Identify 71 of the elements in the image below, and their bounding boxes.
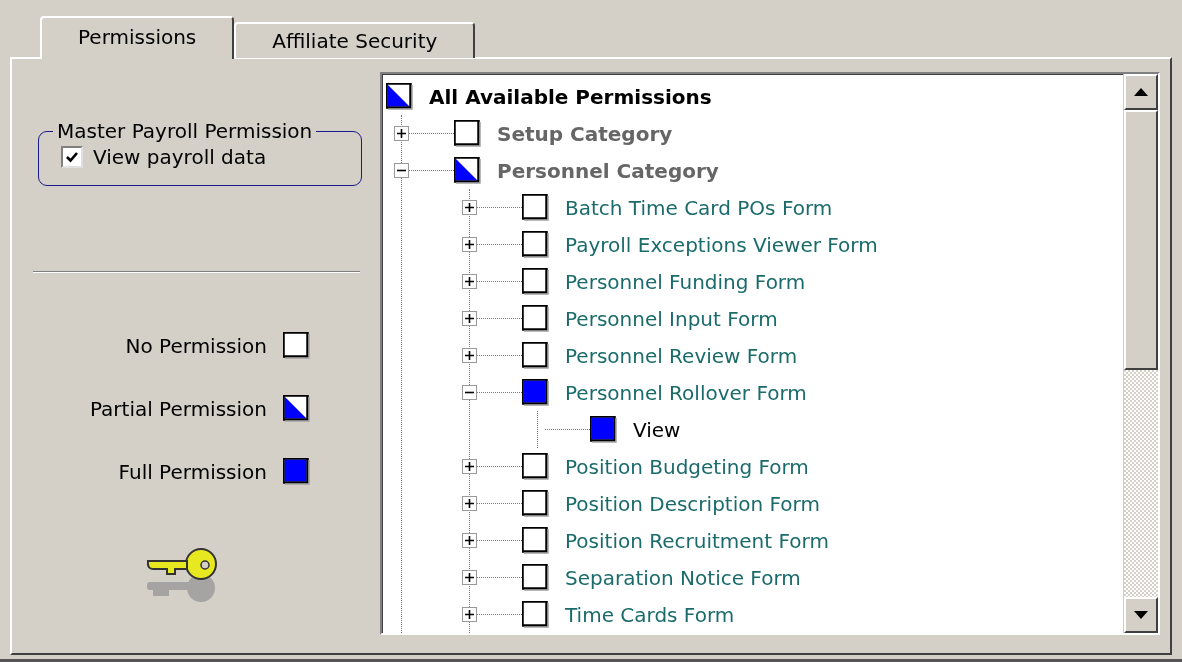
expand-button[interactable]	[462, 607, 477, 622]
tree-item-label[interactable]: Setup Category	[497, 121, 673, 146]
tree-item-label[interactable]: Separation Notice Form	[565, 565, 801, 590]
scroll-up-button[interactable]	[1124, 74, 1158, 110]
scroll-down-button[interactable]	[1124, 597, 1158, 633]
plus-icon	[465, 314, 474, 323]
legend-label: No Permission	[125, 333, 267, 358]
tree-item-label[interactable]: Personnel Input Form	[565, 306, 778, 331]
tree-item-label[interactable]: Personnel Funding Form	[565, 269, 806, 294]
expand-button[interactable]	[462, 533, 477, 548]
plus-icon	[465, 573, 474, 582]
tab[interactable]: Permissions	[40, 16, 235, 59]
legend-label: Partial Permission	[89, 396, 267, 421]
plus-icon	[465, 536, 474, 545]
expand-button[interactable]	[462, 496, 477, 511]
plus-icon	[465, 610, 474, 619]
expand-button[interactable]	[462, 459, 477, 474]
permission-checkbox[interactable]	[283, 458, 310, 485]
permission-checkbox[interactable]	[454, 120, 481, 147]
legend-label: Full Permission	[118, 459, 267, 484]
tree-item-label[interactable]: Position Budgeting Form	[565, 454, 809, 479]
permission-checkbox[interactable]	[522, 601, 549, 628]
tree-item-label[interactable]: Personnel Category	[497, 158, 719, 183]
permission-checkbox[interactable]	[522, 564, 549, 591]
collapse-button[interactable]	[462, 385, 477, 400]
expand-button[interactable]	[394, 126, 409, 141]
permission-checkbox[interactable]	[590, 416, 617, 443]
tree-item-label[interactable]: Time Cards Form	[565, 602, 735, 627]
permission-checkbox[interactable]	[283, 395, 310, 422]
tree-item-label[interactable]: View	[633, 417, 681, 442]
plus-icon	[465, 203, 474, 212]
scroll-thumb[interactable]	[1124, 110, 1158, 370]
expand-button[interactable]	[462, 311, 477, 326]
permission-checkbox[interactable]	[522, 490, 549, 517]
plus-icon	[465, 351, 474, 360]
tree-item-label[interactable]: Batch Time Card POs Form	[565, 195, 833, 220]
permission-checkbox[interactable]	[454, 157, 481, 184]
permission-checkbox[interactable]	[522, 453, 549, 480]
permission-checkbox[interactable]	[522, 527, 549, 554]
tab[interactable]: Affiliate Security	[234, 22, 476, 58]
tree-item-label[interactable]: Personnel Rollover Form	[565, 380, 807, 405]
plus-icon	[465, 499, 474, 508]
expand-button[interactable]	[462, 570, 477, 585]
permission-checkbox[interactable]	[522, 268, 549, 295]
permission-checkbox[interactable]	[522, 231, 549, 258]
expand-button[interactable]	[462, 348, 477, 363]
plus-icon	[465, 277, 474, 286]
down-arrow-icon	[1134, 611, 1148, 619]
group-title: Master Payroll Permission	[56, 119, 314, 143]
permission-checkbox[interactable]	[522, 194, 549, 221]
permission-checkbox[interactable]	[283, 332, 310, 359]
expand-button[interactable]	[462, 274, 477, 289]
expand-button[interactable]	[462, 237, 477, 252]
tree-item-label[interactable]: Position Description Form	[565, 491, 820, 516]
tree-item-label[interactable]: All Available Permissions	[429, 84, 712, 109]
scrollbar[interactable]	[1123, 74, 1158, 633]
up-arrow-icon	[1134, 88, 1148, 96]
tree-item-label[interactable]: Position Recruitment Form	[565, 528, 829, 553]
permission-checkbox[interactable]	[522, 379, 549, 406]
tree-item-label[interactable]: Personnel Review Form	[565, 343, 798, 368]
checkbox-box[interactable]	[61, 146, 83, 168]
permission-checkbox[interactable]	[522, 305, 549, 332]
checkbox[interactable]: View payroll data	[61, 145, 347, 169]
plus-icon	[465, 462, 474, 471]
permission-checkbox[interactable]	[522, 342, 549, 369]
plus-icon	[465, 240, 474, 249]
plus-icon	[397, 129, 406, 138]
collapse-button[interactable]	[394, 163, 409, 178]
tree-item-label[interactable]: Payroll Exceptions Viewer Form	[565, 232, 878, 257]
permission-checkbox[interactable]	[386, 83, 413, 110]
expand-button[interactable]	[462, 200, 477, 215]
